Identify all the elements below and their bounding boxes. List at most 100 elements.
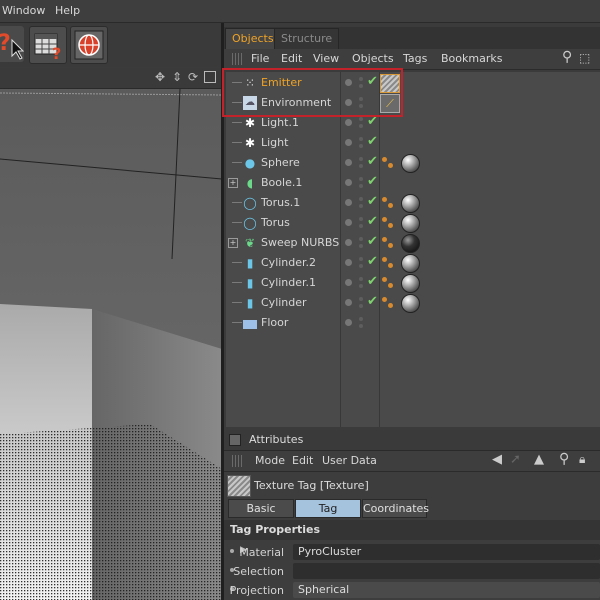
menu-tags[interactable]: Tags [403,52,427,65]
up-arrow-icon[interactable]: ▲ [534,452,544,467]
keyframe-dot-icon[interactable] [230,549,234,553]
material-tag-icon[interactable] [401,274,420,293]
enabled-check-icon[interactable]: ✔ [367,214,378,229]
object-name[interactable]: Cylinder.2 [261,256,316,269]
render-dots[interactable] [359,117,364,129]
enabled-check-icon[interactable]: ✔ [367,134,378,149]
phong-tag-icon[interactable] [382,235,396,251]
expand-icon[interactable]: + [228,238,238,248]
search-icon[interactable]: ⚲ [559,451,569,467]
render-dots[interactable] [359,197,364,209]
visibility-dot[interactable] [345,199,352,206]
object-name[interactable]: Light.1 [261,116,299,129]
render-dots[interactable] [359,297,364,309]
tab-basic[interactable]: Basic [228,499,294,518]
render-dots[interactable] [359,157,364,169]
visibility-dot[interactable] [345,139,352,146]
panel-icon[interactable] [229,434,241,446]
maximize-view-icon[interactable] [204,71,216,83]
phong-tag-icon[interactable] [382,255,396,271]
menu-window[interactable]: Window [2,4,45,17]
visibility-dot[interactable] [345,259,352,266]
object-row-light[interactable]: ✱ Light ✔ [226,133,600,153]
menu-user-data[interactable]: User Data [322,454,377,467]
visibility-dot[interactable] [345,159,352,166]
render-dots[interactable] [359,317,364,329]
enabled-check-icon[interactable]: ✔ [367,234,378,249]
object-name[interactable]: Floor [261,316,288,329]
render-dots[interactable] [359,277,364,289]
enabled-check-icon[interactable]: ✔ [367,154,378,169]
lock-icon[interactable]: 🔒︎ [579,452,585,467]
render-dots[interactable] [359,237,364,249]
tab-structure[interactable]: Structure [274,28,340,49]
grip-icon[interactable] [232,455,244,467]
render-dots[interactable] [359,257,364,269]
visibility-dot[interactable] [345,219,352,226]
filter-icon[interactable]: ⬚ [579,51,590,65]
visibility-dot[interactable] [345,299,352,306]
expand-icon[interactable]: + [228,178,238,188]
visibility-dot[interactable] [345,319,352,326]
tab-objects[interactable]: Objects [225,28,281,49]
object-row-sphere[interactable]: ● Sphere ✔ [226,153,600,173]
enabled-check-icon[interactable]: ✔ [367,274,378,289]
object-name[interactable]: Light [261,136,288,149]
object-name[interactable]: Sphere [261,156,300,169]
selection-field[interactable] [293,563,600,579]
phong-tag-icon[interactable] [382,195,396,211]
tab-coordinates[interactable]: Coordinates [362,499,429,518]
enabled-check-icon[interactable]: ✔ [367,174,378,189]
render-dots[interactable] [359,137,364,149]
3d-viewport[interactable] [0,89,222,600]
object-row-cylinder[interactable]: ▮ Cylinder ✔ [226,293,600,313]
material-tag-icon[interactable] [401,294,420,313]
object-name[interactable]: Boole.1 [261,176,302,189]
enabled-check-icon[interactable]: ✔ [367,254,378,269]
web-globe-button[interactable] [70,26,108,64]
object-row-floor[interactable]: Floor [226,313,600,333]
object-name[interactable]: Cylinder [261,296,307,309]
object-row-torus[interactable]: ◯ Torus ✔ [226,213,600,233]
object-row-boole-1[interactable]: + ◖ Boole.1 ✔ [226,173,600,193]
help-cursor-button[interactable]: ? [0,26,25,62]
tab-tag[interactable]: Tag [295,499,361,518]
forward-arrow-icon[interactable]: ➚ [510,452,521,467]
object-name[interactable]: Torus.1 [261,196,300,209]
menu-file[interactable]: File [251,52,269,65]
phong-tag-icon[interactable] [382,215,396,231]
object-row-cylinder-2[interactable]: ▮ Cylinder.2 ✔ [226,253,600,273]
visibility-dot[interactable] [345,239,352,246]
phong-tag-icon[interactable] [382,295,396,311]
object-row-cylinder-1[interactable]: ▮ Cylinder.1 ✔ [226,273,600,293]
object-row-torus-1[interactable]: ◯ Torus.1 ✔ [226,193,600,213]
search-icon[interactable]: ⚲ [562,49,572,65]
object-row-sweep-nurbs[interactable]: + ❦ Sweep NURBS ✔ [226,233,600,253]
back-arrow-icon[interactable]: ◀ [492,452,502,467]
phong-tag-icon[interactable] [382,275,396,291]
material-field[interactable]: PyroCluster [293,544,600,560]
material-tag-icon[interactable] [401,234,420,253]
menu-edit[interactable]: Edit [281,52,302,65]
render-dots[interactable] [359,177,364,189]
object-name[interactable]: Cylinder.1 [261,276,316,289]
menu-mode[interactable]: Mode [255,454,285,467]
zoom-view-icon[interactable]: ⇕ [172,70,182,84]
menu-edit[interactable]: Edit [292,454,313,467]
projection-dropdown[interactable]: Spherical [293,582,600,598]
material-tag-icon[interactable] [401,214,420,233]
render-dots[interactable] [359,217,364,229]
menu-view[interactable]: View [313,52,339,65]
visibility-dot[interactable] [345,119,352,126]
enabled-check-icon[interactable]: ✔ [367,294,378,309]
menu-help[interactable]: Help [55,4,80,17]
enabled-check-icon[interactable]: ✔ [367,194,378,209]
material-tag-icon[interactable] [401,154,420,173]
phong-tag-icon[interactable] [382,155,396,171]
visibility-dot[interactable] [345,279,352,286]
menu-bookmarks[interactable]: Bookmarks [441,52,502,65]
grip-icon[interactable] [232,53,244,65]
move-view-icon[interactable]: ✥ [155,70,165,84]
object-name[interactable]: Sweep NURBS [261,236,339,249]
material-tag-icon[interactable] [401,194,420,213]
